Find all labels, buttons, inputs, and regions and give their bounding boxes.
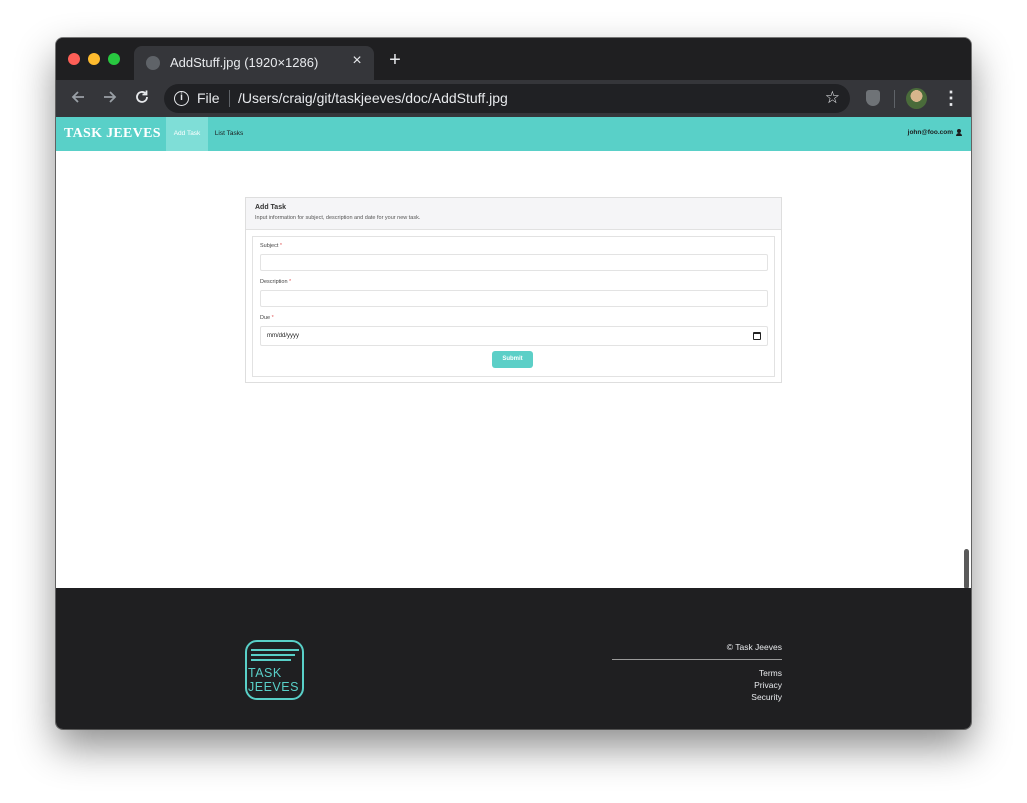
footer-divider: [612, 659, 782, 660]
reload-icon[interactable]: [132, 88, 152, 108]
back-arrow-icon[interactable]: [68, 88, 88, 108]
kebab-menu-icon[interactable]: ⋮: [942, 87, 960, 109]
subject-label: Subject *: [260, 243, 283, 249]
brand-logo[interactable]: TASK JEEVES: [64, 126, 161, 142]
footer-link-security[interactable]: Security: [682, 692, 782, 702]
footer-link-privacy[interactable]: Privacy: [682, 680, 782, 690]
browser-tab[interactable]: AddStuff.jpg (1920×1286) ×: [134, 46, 374, 80]
add-task-card: Add Task Input information for subject, …: [245, 197, 782, 383]
maximize-window-button[interactable]: [108, 53, 120, 65]
url-path[interactable]: /Users/craig/git/taskjeeves/doc/AddStuff…: [238, 90, 508, 106]
task-jeeves-logo: TASK JEEVES: [245, 640, 304, 700]
star-icon[interactable]: ☆: [825, 88, 840, 108]
url-separator: [229, 90, 230, 107]
app-navbar: TASK JEEVES Add Task List Tasks john@foo…: [56, 117, 971, 151]
new-tab-icon[interactable]: +: [386, 50, 404, 70]
subject-input[interactable]: [260, 254, 768, 271]
minimize-window-button[interactable]: [88, 53, 100, 65]
browser-toolbar: i File /Users/craig/git/taskjeeves/doc/A…: [56, 80, 971, 117]
url-scheme: File: [197, 90, 220, 106]
page-footer: TASK JEEVES © Task Jeeves Terms Privacy …: [56, 588, 971, 729]
calendar-icon[interactable]: [753, 332, 761, 340]
due-date-input[interactable]: mm/dd/yyyy: [260, 326, 768, 346]
close-window-button[interactable]: [68, 53, 80, 65]
nav-add-task[interactable]: Add Task: [166, 117, 208, 151]
due-label: Due *: [260, 315, 274, 321]
profile-avatar[interactable]: [906, 88, 927, 109]
card-header: Add Task Input information for subject, …: [246, 198, 781, 230]
info-icon[interactable]: i: [174, 91, 189, 106]
description-input[interactable]: [260, 290, 768, 307]
toolbar-divider: [894, 90, 895, 108]
globe-icon: [146, 56, 160, 70]
page-viewport: TASK JEEVES Add Task List Tasks john@foo…: [56, 117, 971, 729]
user-icon[interactable]: [956, 129, 962, 137]
scrollbar-thumb[interactable]: [964, 549, 969, 589]
nav-list-tasks[interactable]: List Tasks: [214, 117, 244, 151]
tab-strip: AddStuff.jpg (1920×1286) × +: [56, 38, 971, 80]
copyright-text: © Task Jeeves: [726, 642, 782, 652]
description-label: Description *: [260, 279, 292, 285]
tab-title: AddStuff.jpg (1920×1286): [170, 55, 319, 70]
card-subtitle: Input information for subject, descripti…: [255, 215, 421, 221]
due-date-value: mm/dd/yyyy: [267, 333, 300, 339]
footer-link-terms[interactable]: Terms: [682, 668, 782, 678]
address-bar[interactable]: i File /Users/craig/git/taskjeeves/doc/A…: [164, 84, 850, 113]
browser-window: AddStuff.jpg (1920×1286) × + i File /Use…: [56, 38, 971, 729]
extension-icon[interactable]: [866, 90, 880, 106]
forward-arrow-icon[interactable]: [100, 88, 120, 108]
submit-button[interactable]: Submit: [492, 351, 533, 368]
card-title: Add Task: [255, 204, 286, 211]
add-task-form: Subject * Description * Due * mm/dd/yyyy…: [252, 236, 775, 377]
close-tab-icon[interactable]: ×: [348, 52, 366, 70]
user-email[interactable]: john@foo.com: [908, 129, 953, 136]
